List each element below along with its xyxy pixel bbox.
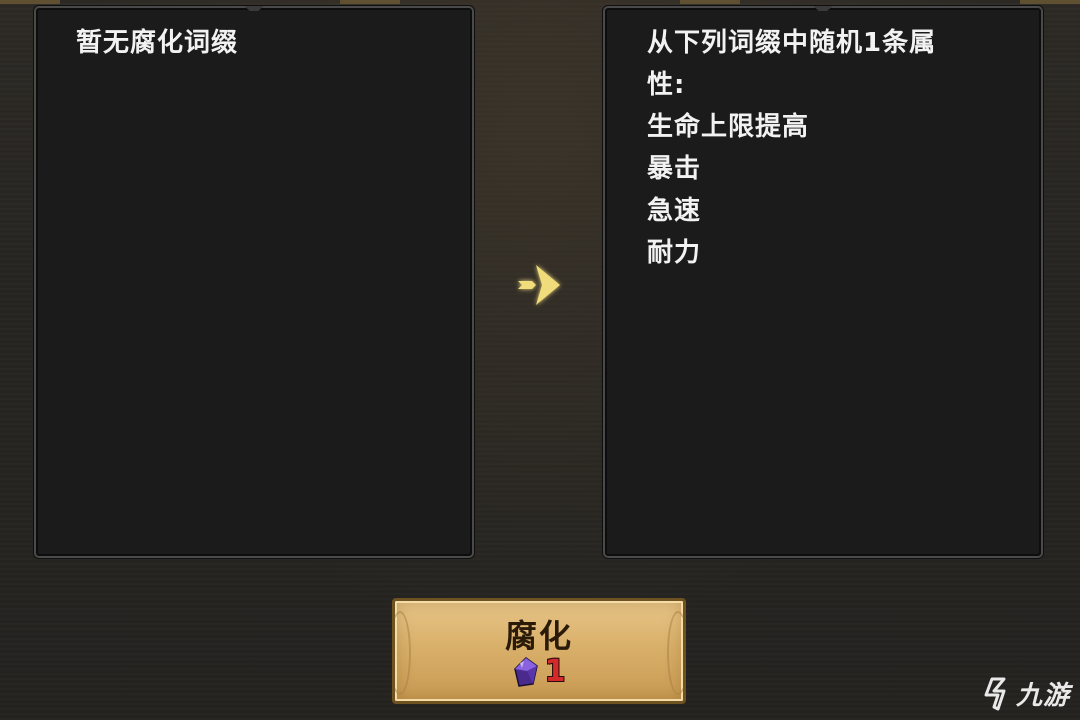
purple-crystal-icon [513, 657, 538, 687]
watermark-text: 九游 [1015, 681, 1070, 711]
intro-line: 从下列词缀中随机1条属 [647, 28, 937, 58]
corrupt-cost: 1 [395, 656, 683, 688]
intro-line: 性: [647, 70, 686, 100]
no-corruption-affix-text: 暂无腐化词缀 [76, 28, 239, 58]
current-affix-panel: 暂无腐化词缀 [34, 6, 474, 558]
cost-value: 1 [544, 654, 566, 689]
top-trim [0, 0, 60, 4]
watermark: 九游 [982, 675, 1070, 712]
result-affix-panel: 从下列词缀中随机1条属 性: 生命上限提高 暴击 急速 耐力 [603, 6, 1043, 558]
arrow-right-icon [518, 265, 560, 305]
top-trim [340, 0, 400, 4]
jiuyou-logo-icon [984, 677, 1006, 710]
panel-notch [813, 6, 833, 11]
top-trim [680, 0, 740, 4]
affix-item-stamina: 耐力 [647, 238, 702, 268]
affix-item-max-health: 生命上限提高 [647, 112, 810, 142]
affix-item-critical: 暴击 [647, 154, 702, 184]
corrupt-button[interactable]: 腐化 1 [389, 598, 689, 704]
corrupt-button-label: 腐化 [504, 617, 573, 655]
affix-description: 从下列词缀中随机1条属 性: 生命上限提高 暴击 急速 耐力 [647, 22, 977, 274]
affix-item-haste: 急速 [647, 196, 702, 226]
panel-notch [244, 6, 264, 11]
top-trim [1020, 0, 1080, 4]
